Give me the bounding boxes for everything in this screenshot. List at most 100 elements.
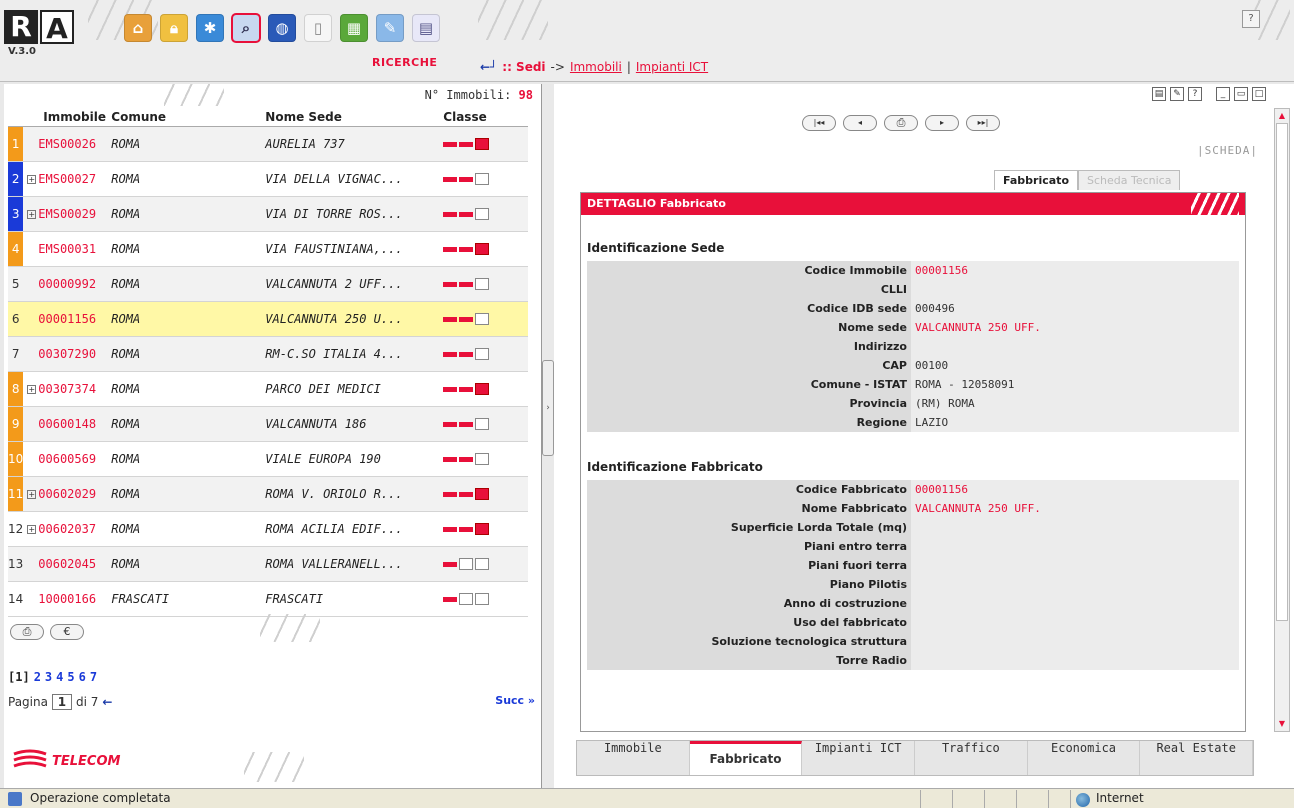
tab-impianti-ict[interactable]: Impianti ICT	[802, 741, 916, 775]
immobile-code-link[interactable]: 00307374	[38, 382, 96, 396]
page-link[interactable]: 2	[34, 670, 41, 684]
immobile-code-link[interactable]: 00602037	[38, 522, 96, 536]
minimize-icon[interactable]: _	[1216, 87, 1230, 101]
row-immobile[interactable]: 00000992	[23, 266, 108, 302]
tab-traffico[interactable]: Traffico	[915, 741, 1028, 775]
tab-fabbricato[interactable]: Fabbricato	[994, 170, 1078, 190]
back-arrow-icon[interactable]: ←┘	[480, 60, 497, 74]
expand-icon[interactable]: +	[27, 209, 37, 219]
breadcrumb-link-immobili[interactable]: Immobili	[570, 60, 622, 74]
vertical-scrollbar[interactable]: ▲ ▼	[1274, 108, 1290, 732]
immobile-code-link[interactable]: 00602045	[38, 557, 96, 571]
table-row[interactable]: 5 00000992 ROMA VALCANNUTA 2 UFF...	[8, 266, 528, 302]
row-immobile[interactable]: +00307374	[23, 371, 108, 407]
page-link-current[interactable]: [1]	[8, 670, 30, 684]
immobile-code-link[interactable]: 10000166	[38, 592, 96, 606]
page-link[interactable]: 5	[67, 670, 74, 684]
immobile-code-link[interactable]: EMS00031	[38, 242, 96, 256]
row-immobile[interactable]: 00602045	[23, 546, 108, 582]
table-row[interactable]: 1 EMS00026 ROMA AURELIA 737	[8, 126, 528, 162]
table-row[interactable]: 6 00001156 ROMA VALCANNUTA 250 U...	[8, 301, 528, 337]
first-record-icon[interactable]: |◂◂	[802, 115, 836, 131]
tab-fabbricato-bottom[interactable]: Fabbricato	[689, 741, 803, 775]
previous-record-icon[interactable]: ◂	[843, 115, 877, 131]
settings-icon[interactable]: ✱	[196, 14, 224, 42]
table-row[interactable]: 8 +00307374 ROMA PARCO DEI MEDICI	[8, 371, 528, 407]
row-immobile[interactable]: + EMS00027	[23, 161, 108, 197]
immobile-code-link[interactable]: 00600148	[38, 417, 96, 431]
home-icon[interactable]: ⌂	[124, 14, 152, 42]
table-row[interactable]: 7 00307290 ROMA RM-C.SO ITALIA 4...	[8, 336, 528, 372]
column-header-classe[interactable]: Classe	[439, 108, 528, 127]
edit-icon[interactable]: ✎	[376, 14, 404, 42]
column-header-nome-sede[interactable]: Nome Sede	[261, 108, 440, 127]
next-record-icon[interactable]: ▸	[925, 115, 959, 131]
row-immobile[interactable]: 00600569	[23, 441, 108, 477]
go-arrow-icon[interactable]: ←	[102, 695, 112, 709]
scroll-down-icon[interactable]: ▼	[1275, 717, 1289, 731]
page-number-input[interactable]: 1	[51, 694, 72, 710]
help-button[interactable]: ?	[1242, 10, 1260, 28]
page-link[interactable]: 4	[56, 670, 63, 684]
row-immobile[interactable]: +00602029	[23, 476, 108, 512]
last-record-icon[interactable]: ▸▸|	[966, 115, 1000, 131]
next-page-link[interactable]: Succ »	[495, 694, 535, 707]
pencil-icon[interactable]: ✎	[1170, 87, 1184, 101]
expand-icon[interactable]: +	[27, 384, 37, 394]
row-immobile[interactable]: 10000166	[23, 581, 108, 617]
immobile-code-link[interactable]: 00001156	[38, 312, 96, 326]
search-icon[interactable]: ⌕	[231, 13, 261, 43]
row-immobile[interactable]: 00600148	[23, 406, 108, 442]
print-icon[interactable]: ⎙	[10, 624, 44, 640]
row-immobile[interactable]: +00602037	[23, 511, 108, 547]
row-immobile[interactable]: 00307290	[23, 336, 108, 372]
print-icon[interactable]: ⎙	[884, 115, 918, 131]
immobile-code-link[interactable]: EMS00026	[38, 137, 96, 151]
chart-icon[interactable]: ▦	[340, 14, 368, 42]
row-immobile[interactable]: EMS00031	[23, 231, 108, 267]
document-icon[interactable]: ▯	[304, 14, 332, 42]
tab-scheda-tecnica[interactable]: Scheda Tecnica	[1078, 170, 1181, 190]
maximize-icon[interactable]: □	[1252, 87, 1266, 101]
table-row[interactable]: 11 +00602029 ROMA ROMA V. ORIOLO R...	[8, 476, 528, 512]
calendar-icon[interactable]: ▤	[412, 14, 440, 42]
column-header-comune[interactable]: Comune	[107, 108, 262, 127]
column-header-immobile[interactable]: Immobile	[23, 108, 108, 127]
expand-icon[interactable]: +	[27, 174, 37, 184]
help-icon[interactable]: ?	[1188, 87, 1202, 101]
immobile-code-link[interactable]: 00307290	[38, 347, 96, 361]
table-row[interactable]: 12 +00602037 ROMA ROMA ACILIA EDIF...	[8, 511, 528, 547]
immobile-code-link[interactable]: EMS00029	[38, 207, 96, 221]
page-link[interactable]: 3	[45, 670, 52, 684]
breadcrumb-link-impianti[interactable]: Impianti ICT	[636, 60, 708, 74]
immobile-code-link[interactable]: 00000992	[38, 277, 96, 291]
scroll-up-icon[interactable]: ▲	[1275, 109, 1289, 123]
row-immobile[interactable]: EMS00026	[23, 126, 108, 162]
row-immobile[interactable]: + EMS00029	[23, 196, 108, 232]
table-row[interactable]: 13 00602045 ROMA ROMA VALLERANELL...	[8, 546, 528, 582]
lock-icon[interactable]: 🔒︎	[160, 14, 188, 42]
euro-icon[interactable]: €	[50, 624, 84, 640]
table-row[interactable]: 10 00600569 ROMA VIALE EUROPA 190	[8, 441, 528, 477]
tab-economica[interactable]: Economica	[1028, 741, 1141, 775]
immobile-code-link[interactable]: 00600569	[38, 452, 96, 466]
table-row[interactable]: 2 + EMS00027 ROMA VIA DELLA VIGNAC...	[8, 161, 528, 197]
table-row[interactable]: 14 10000166 FRASCATI FRASCATI	[8, 581, 528, 617]
row-immobile[interactable]: 00001156	[23, 301, 108, 337]
table-row[interactable]: 4 EMS00031 ROMA VIA FAUSTINIANA,...	[8, 231, 528, 267]
table-row[interactable]: 9 00600148 ROMA VALCANNUTA 186	[8, 406, 528, 442]
immobile-code-link[interactable]: EMS00027	[38, 172, 96, 186]
tab-immobile[interactable]: Immobile	[577, 741, 690, 775]
expand-icon[interactable]: +	[27, 524, 37, 534]
page-link[interactable]: 6	[79, 670, 86, 684]
globe-icon[interactable]: ◍	[268, 14, 296, 42]
panel-splitter[interactable]: ›	[542, 360, 554, 456]
note-icon[interactable]: ▤	[1152, 87, 1166, 101]
immobile-code-link[interactable]: 00602029	[38, 487, 96, 501]
expand-icon[interactable]: +	[27, 489, 37, 499]
page-link[interactable]: 7	[90, 670, 97, 684]
restore-icon[interactable]: ▭	[1234, 87, 1248, 101]
scrollbar-thumb[interactable]	[1276, 123, 1288, 621]
tab-real-estate[interactable]: Real Estate	[1140, 741, 1254, 775]
table-row[interactable]: 3 + EMS00029 ROMA VIA DI TORRE ROS...	[8, 196, 528, 232]
